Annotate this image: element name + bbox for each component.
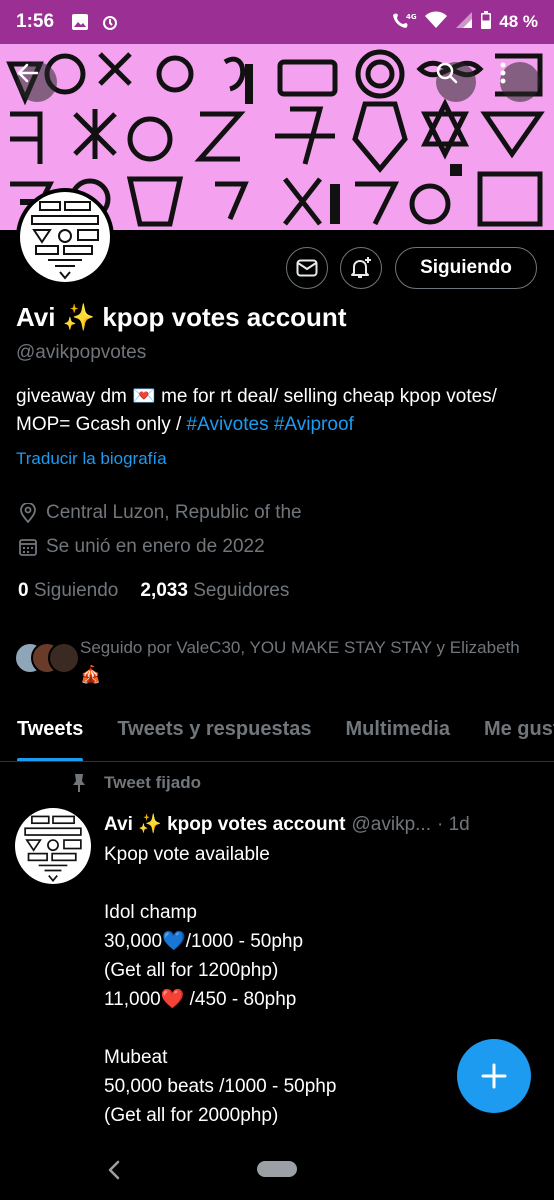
tweet-author[interactable]: Avi ✨ kpop votes account [104, 812, 346, 836]
followers-count: 2,033 [140, 580, 188, 601]
location-icon [18, 503, 38, 523]
follow-counts: 0 Siguiendo 2,033 Seguidores [18, 580, 289, 602]
more-icon [500, 62, 506, 84]
profile-name: Avi ✨ kpop votes account [16, 302, 347, 332]
pin-icon [70, 773, 88, 793]
system-nav-bar [0, 1142, 554, 1200]
message-button[interactable] [286, 247, 328, 289]
alarm-icon [100, 12, 120, 32]
tab-media[interactable]: Multimedia [329, 708, 467, 761]
svg-text:4G: 4G [406, 13, 417, 21]
profile-location: Central Luzon, Republic of the [18, 502, 302, 524]
status-right: 4G 48 % [391, 10, 538, 34]
avatar-logo-collage [31, 201, 99, 280]
search-icon [436, 62, 458, 84]
tab-tweets-replies[interactable]: Tweets y respuestas [100, 708, 328, 761]
tweet-handle[interactable]: @avikp... [352, 814, 431, 836]
followed-by-row[interactable]: Seguido por ValeC30, YOU MAKE STAY STAY … [14, 634, 539, 688]
hashtag-avivotes[interactable]: #Avivotes [187, 414, 269, 435]
joined-text: Se unió en enero de 2022 [46, 536, 265, 557]
notifications-button[interactable] [340, 247, 382, 289]
tweet-avatar[interactable] [15, 808, 91, 884]
back-arrow-icon [17, 63, 39, 83]
following-button[interactable]: Siguiendo [395, 247, 537, 289]
location-text: Central Luzon, Republic of the [46, 502, 302, 523]
avatar-logo-collage [24, 815, 82, 882]
following-count: 0 [18, 580, 29, 601]
wifi-icon [425, 11, 448, 34]
battery-icon [481, 10, 492, 34]
tweet-time: · 1d [436, 814, 470, 835]
tab-tweets[interactable]: Tweets [0, 708, 100, 761]
more-button[interactable] [500, 62, 540, 102]
compose-tweet-button[interactable] [457, 1039, 531, 1113]
translate-bio-link[interactable]: Traducir la biografía [16, 449, 167, 469]
signal-icon [455, 11, 473, 34]
battery-percent: 48 % [499, 12, 538, 31]
nav-back-icon[interactable] [106, 1158, 122, 1182]
gallery-icon [70, 12, 90, 32]
pinned-text: Tweet fijado [104, 773, 201, 792]
tweet-header: Avi ✨ kpop votes account @avikp... · 1d [104, 812, 544, 836]
tab-likes[interactable]: Me gusta [467, 708, 554, 761]
mail-icon [296, 259, 318, 277]
profile-handle: @avikpopvotes [16, 342, 147, 363]
avatar [48, 642, 80, 674]
back-button[interactable] [17, 62, 57, 102]
wifi-call-icon: 4G [391, 11, 417, 34]
calendar-icon [18, 537, 38, 557]
status-bar: 1:56 4G 48 % [0, 0, 554, 44]
profile-joined: Se unió en enero de 2022 [18, 536, 265, 558]
hashtag-aviproof[interactable]: #Aviproof [274, 414, 354, 435]
profile-bio: giveaway dm 💌 me for rt deal/ selling ch… [16, 383, 541, 439]
status-time: 1:56 [16, 11, 55, 32]
bell-plus-icon [351, 257, 371, 278]
plus-icon [481, 1063, 507, 1089]
following-count-link[interactable]: 0 Siguiendo [18, 580, 118, 602]
pinned-tweet-label: Tweet fijado [70, 773, 201, 793]
search-button[interactable] [436, 62, 476, 102]
follower-avatars [14, 642, 80, 676]
profile-avatar[interactable] [16, 188, 114, 286]
profile-tabs: Tweets Tweets y respuestas Multimedia Me… [0, 708, 554, 762]
followers-count-link[interactable]: 2,033 Seguidores [140, 580, 289, 602]
home-gesture-pill[interactable] [257, 1161, 297, 1177]
followers-label: Seguidores [193, 580, 290, 601]
following-label: Siguiendo [33, 580, 119, 601]
followed-by-text: Seguido por ValeC30, YOU MAKE STAY STAY … [80, 638, 520, 684]
